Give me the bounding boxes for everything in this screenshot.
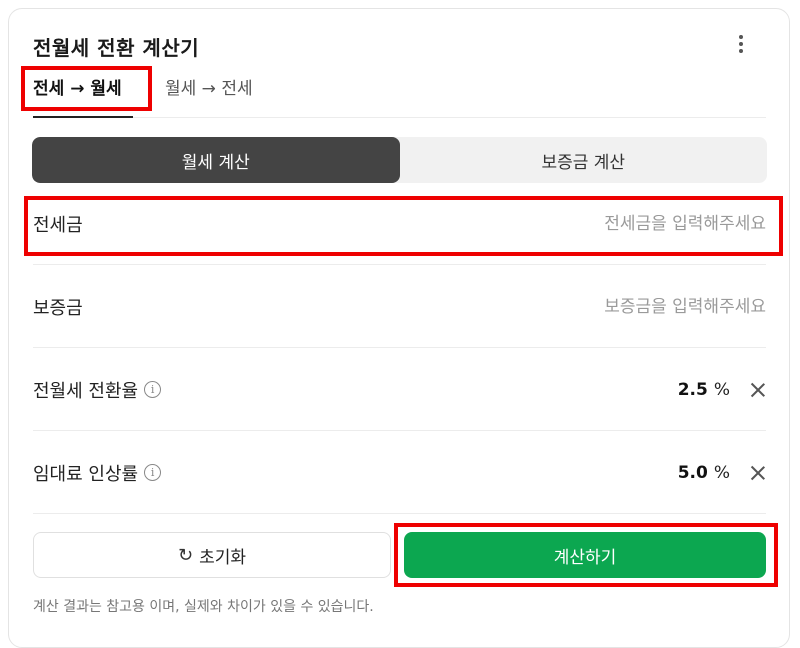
- rent-increase-unit: %: [713, 462, 730, 483]
- tab-wolse-to-jeonse[interactable]: 월세 → 전세: [165, 74, 253, 99]
- conversion-rate-label: 전월세 전환율: [33, 380, 139, 402]
- page-title: 전월세 전환 계산기: [33, 36, 200, 60]
- rent-increase-value[interactable]: 5.0: [678, 463, 708, 483]
- conversion-rate-value[interactable]: 2.5: [678, 380, 708, 400]
- jeonse-input[interactable]: [446, 213, 766, 234]
- calc-mode-segmented-control: 월세 계산 보증금 계산: [32, 137, 767, 183]
- jeonse-label: 전세금: [33, 214, 83, 236]
- refresh-icon: ↻: [177, 544, 194, 566]
- rent-increase-label: 임대료 인상률: [33, 463, 139, 485]
- close-icon[interactable]: [750, 465, 766, 481]
- rent-increase-label-wrap: 임대료 인상률 i: [33, 460, 162, 486]
- deposit-input[interactable]: [446, 296, 766, 317]
- conversion-rate-unit: %: [713, 379, 730, 400]
- tab-divider: [33, 117, 766, 118]
- more-vertical-icon[interactable]: [730, 32, 752, 56]
- segment-deposit-calc[interactable]: 보증금 계산: [400, 137, 768, 183]
- deposit-row: 보증금: [33, 266, 766, 348]
- info-icon[interactable]: i: [144, 464, 162, 481]
- close-icon[interactable]: [750, 382, 766, 398]
- reset-button[interactable]: ↻ 초기화: [33, 532, 391, 578]
- info-icon[interactable]: i: [144, 381, 162, 398]
- reset-label: 초기화: [199, 547, 246, 568]
- conversion-rate-value-wrap: 2.5 %: [678, 380, 766, 400]
- active-tab-indicator: [33, 116, 133, 118]
- segment-monthly-calc[interactable]: 월세 계산: [32, 137, 400, 183]
- rent-increase-row: 임대료 인상률 i 5.0 %: [33, 432, 766, 514]
- calculate-button[interactable]: 계산하기: [404, 532, 766, 578]
- disclaimer-text: 계산 결과는 참고용 이며, 실제와 차이가 있을 수 있습니다.: [33, 599, 374, 615]
- conversion-rate-label-wrap: 전월세 전환율 i: [33, 377, 162, 403]
- jeonse-row: 전세금: [33, 183, 766, 265]
- conversion-rate-row: 전월세 전환율 i 2.5 %: [33, 349, 766, 431]
- deposit-label: 보증금: [33, 297, 83, 319]
- tab-jeonse-to-wolse[interactable]: 전세 → 월세: [33, 74, 122, 99]
- rent-increase-value-wrap: 5.0 %: [678, 463, 766, 483]
